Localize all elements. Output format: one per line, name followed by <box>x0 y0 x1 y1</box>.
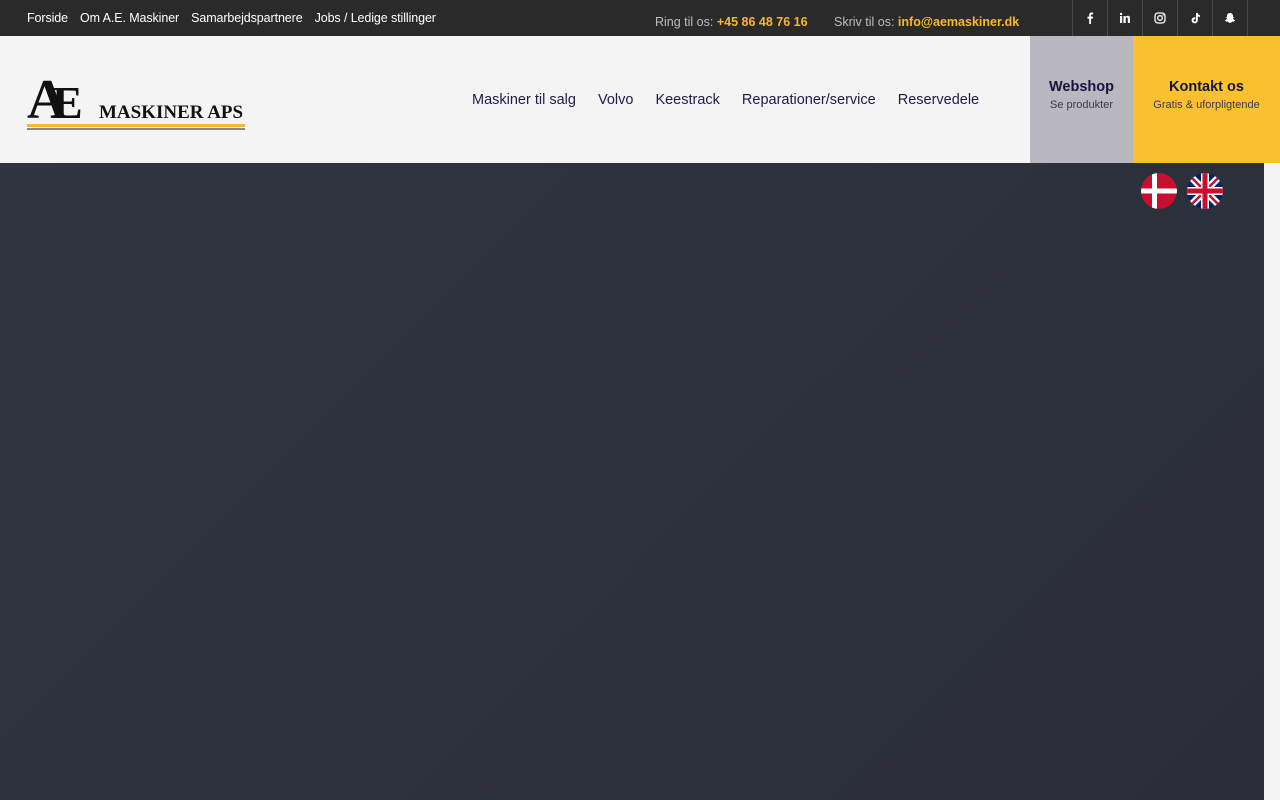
kontakt-button[interactable]: Kontakt os Gratis & uforpligtende <box>1133 36 1280 163</box>
kontakt-subtitle: Gratis & uforpligtende <box>1153 99 1260 111</box>
phone-info: Ring til os: +45 86 48 76 16 <box>655 15 808 29</box>
nav-item-keestrack[interactable]: Keestrack <box>655 92 719 108</box>
linkedin-icon[interactable] <box>1108 0 1143 36</box>
top-bar: Forside Om A.E. Maskiner Samarbejdspartn… <box>0 0 1280 36</box>
phone-label: Ring til os: <box>655 15 714 29</box>
nav-item-reparationer-service[interactable]: Reparationer/service <box>742 92 876 108</box>
nav-item-maskiner-til-salg[interactable]: Maskiner til salg <box>472 92 576 108</box>
social-links <box>1072 0 1248 36</box>
svg-text:MASKINER APS: MASKINER APS <box>99 102 243 123</box>
phone-link[interactable]: +45 86 48 76 16 <box>717 15 808 29</box>
snapchat-icon[interactable] <box>1213 0 1248 36</box>
language-switcher <box>1141 173 1223 209</box>
hero-section <box>0 163 1264 800</box>
email-label: Skriv til os: <box>834 15 895 29</box>
top-link-forside[interactable]: Forside <box>27 11 68 25</box>
company-logo[interactable]: A E MASKINER APS <box>27 68 245 132</box>
main-nav: Maskiner til salg Volvo Keestrack Repara… <box>472 92 979 108</box>
page-scrollbar[interactable] <box>1264 163 1280 800</box>
nav-item-volvo[interactable]: Volvo <box>598 92 633 108</box>
main-header: A E MASKINER APS Maskiner til salg Volvo… <box>0 36 1280 163</box>
top-link-jobs[interactable]: Jobs / Ledige stillinger <box>315 11 436 25</box>
top-links: Forside Om A.E. Maskiner Samarbejdspartn… <box>27 11 436 25</box>
tiktok-icon[interactable] <box>1178 0 1213 36</box>
webshop-title: Webshop <box>1049 79 1114 95</box>
uk-flag-icon[interactable] <box>1187 173 1223 209</box>
webshop-button[interactable]: Webshop Se produkter <box>1030 36 1133 163</box>
instagram-icon[interactable] <box>1143 0 1178 36</box>
top-link-om[interactable]: Om A.E. Maskiner <box>80 11 179 25</box>
kontakt-title: Kontakt os <box>1169 79 1244 95</box>
facebook-icon[interactable] <box>1073 0 1108 36</box>
svg-text:E: E <box>52 77 83 128</box>
webshop-subtitle: Se produkter <box>1050 99 1113 111</box>
email-link[interactable]: info@aemaskiner.dk <box>898 15 1019 29</box>
top-link-samarbejdspartnere[interactable]: Samarbejdspartnere <box>191 11 303 25</box>
email-info: Skriv til os: info@aemaskiner.dk <box>834 15 1019 29</box>
nav-item-reservedele[interactable]: Reservedele <box>898 92 979 108</box>
danish-flag-icon[interactable] <box>1141 173 1177 209</box>
